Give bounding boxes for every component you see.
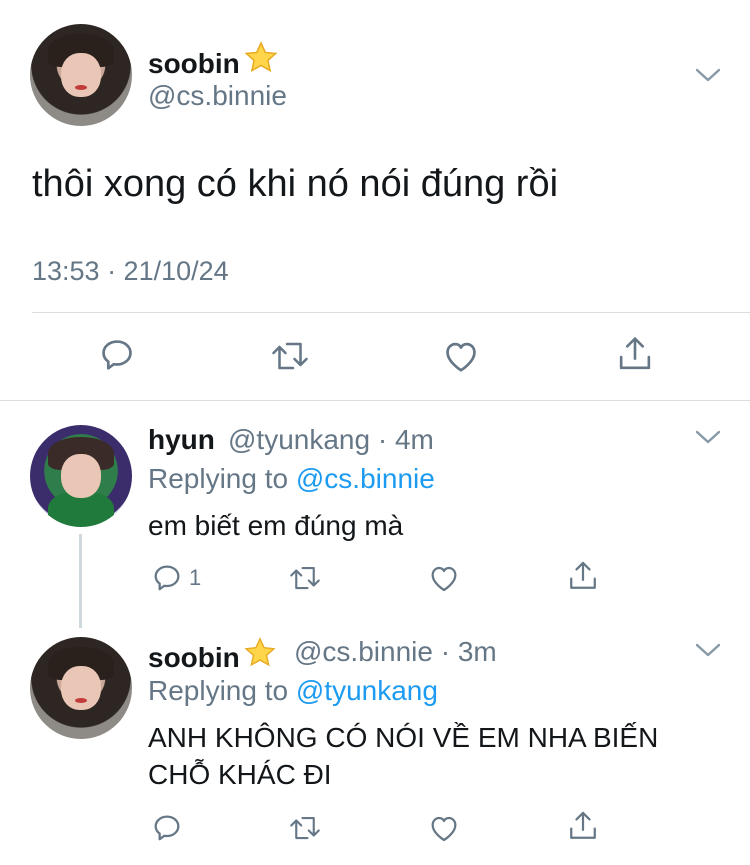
like-icon	[431, 816, 457, 842]
share-button[interactable]	[567, 559, 599, 593]
retweet-button[interactable]	[288, 813, 322, 843]
reply-text: em biết em đúng mà	[148, 510, 404, 541]
reply-handle-text[interactable]: @cs.binnie	[294, 636, 433, 667]
reply-icon	[154, 565, 180, 591]
reply-author-name[interactable]: soobin	[148, 636, 278, 674]
chevron-down-icon[interactable]	[694, 428, 722, 446]
replying-to: Replying to @cs.binnie	[148, 463, 435, 495]
reply-text: ANH KHÔNG CÓ NÓI VỀ EM NHA BIẾN CHỖ KHÁC…	[148, 719, 658, 793]
replying-to-label: Replying to	[148, 675, 289, 706]
reply-text-line: ANH KHÔNG CÓ NÓI VỀ EM NHA BIẾN	[148, 722, 659, 753]
share-button[interactable]	[567, 809, 599, 843]
reply-button[interactable]	[98, 336, 136, 374]
tweet-timestamp[interactable]: 13:53 · 21/10/24	[32, 256, 229, 287]
avatar-face	[60, 453, 102, 499]
like-button[interactable]	[428, 813, 460, 843]
divider	[32, 312, 750, 313]
tweet-text: thôi xong có khi nó nói đúng rồi	[32, 163, 559, 205]
star-emoji	[244, 41, 278, 73]
author-name-text: soobin	[148, 48, 240, 79]
like-button[interactable]	[442, 338, 480, 374]
reply-text-line: CHỖ KHÁC ĐI	[148, 759, 332, 790]
reply-count: 1	[189, 565, 202, 590]
replying-to-label: Replying to	[148, 463, 289, 494]
reply-handle-text[interactable]: @tyunkang	[228, 424, 370, 455]
replying-to: Replying to @tyunkang	[148, 675, 438, 707]
avatar-face	[60, 52, 102, 98]
star-emoji	[244, 637, 276, 667]
reply-button[interactable]: 1	[151, 562, 201, 594]
avatar[interactable]	[30, 425, 132, 527]
reply-time-ago: · 4m	[377, 424, 434, 455]
retweet-button[interactable]	[288, 563, 322, 593]
share-icon	[570, 811, 596, 839]
avatar[interactable]	[30, 24, 132, 126]
reply-author-handle: @tyunkang · 4m	[228, 424, 434, 456]
author-name[interactable]: soobin	[148, 40, 280, 80]
share-icon	[570, 561, 596, 589]
chevron-down-icon[interactable]	[694, 641, 722, 659]
share-button[interactable]	[616, 334, 654, 374]
like-button[interactable]	[428, 563, 460, 593]
reply-author-name-text: soobin	[148, 642, 240, 673]
retweet-button[interactable]	[270, 338, 310, 374]
thread-line	[79, 534, 82, 628]
avatar-face	[60, 665, 102, 711]
author-handle[interactable]: @cs.binnie	[148, 80, 287, 112]
like-icon	[446, 342, 476, 372]
mention-link[interactable]: @tyunkang	[296, 675, 438, 706]
reply-icon	[154, 815, 180, 841]
like-icon	[431, 566, 457, 592]
reply-author-name[interactable]: hyun	[148, 424, 215, 456]
chevron-down-icon[interactable]	[694, 66, 722, 84]
divider	[0, 400, 750, 401]
retweet-icon	[290, 816, 320, 840]
reply-button[interactable]	[151, 812, 183, 844]
retweet-icon	[272, 342, 308, 370]
reply-icon	[102, 340, 132, 370]
reply-time-ago: · 3m	[440, 636, 497, 667]
mention-link[interactable]: @cs.binnie	[296, 463, 435, 494]
avatar[interactable]	[30, 637, 132, 739]
reply-author-handle: @cs.binnie · 3m	[294, 636, 497, 668]
retweet-icon	[290, 566, 320, 590]
share-icon	[619, 337, 651, 370]
